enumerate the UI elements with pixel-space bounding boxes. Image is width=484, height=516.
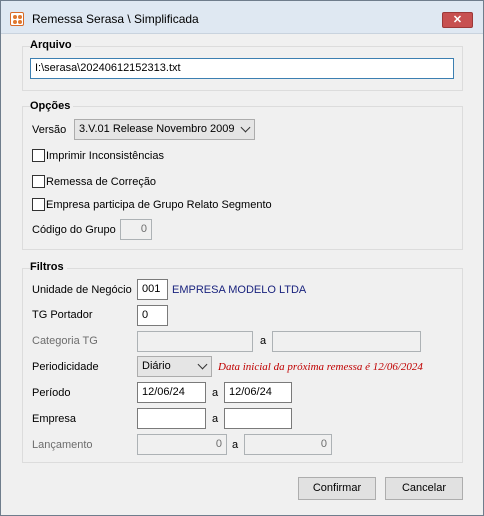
grupo-checkbox[interactable] bbox=[32, 198, 45, 211]
close-icon: ✕ bbox=[452, 14, 463, 26]
versao-label: Versão bbox=[32, 124, 67, 136]
periodo-label: Período bbox=[32, 387, 71, 399]
arquivo-path-input[interactable]: I:\serasa\20240612152313.txt bbox=[30, 58, 454, 79]
opcoes-title: Opções bbox=[30, 100, 74, 112]
categoria-label: Categoria TG bbox=[32, 335, 98, 347]
correcao-checkbox[interactable] bbox=[32, 175, 45, 188]
app-icon bbox=[10, 12, 24, 26]
codigo-grupo-input: 0 bbox=[120, 219, 152, 240]
unidade-name: EMPRESA MODELO LTDA bbox=[172, 284, 307, 296]
lancamento-label: Lançamento bbox=[32, 439, 93, 451]
periodicidade-value: Diário bbox=[142, 360, 171, 372]
chevron-down-icon bbox=[240, 122, 251, 133]
confirmar-button[interactable]: Confirmar bbox=[298, 477, 376, 500]
periodo-from-input[interactable]: 12/06/24 bbox=[137, 382, 206, 403]
window-title: Remessa Serasa \ Simplificada bbox=[32, 12, 199, 26]
categoria-a-label: a bbox=[260, 335, 267, 347]
imprimir-checkbox[interactable] bbox=[32, 149, 45, 162]
periodo-a-label: a bbox=[212, 387, 219, 399]
grupo-label[interactable]: Empresa participa de Grupo Relato Segmen… bbox=[46, 199, 272, 211]
empresa-label: Empresa bbox=[32, 413, 77, 425]
lancamento-a-label: a bbox=[232, 439, 239, 451]
chevron-down-icon bbox=[197, 359, 208, 370]
cancelar-button[interactable]: Cancelar bbox=[385, 477, 463, 500]
periodicidade-note: Data inicial da próxima remessa é 12/06/… bbox=[218, 361, 423, 373]
categoria-from-input bbox=[137, 331, 253, 352]
versao-value: 3.V.01 Release Novembro 2009 bbox=[79, 123, 235, 135]
unidade-label: Unidade de Negócio bbox=[32, 284, 132, 296]
portador-label: TG Portador bbox=[32, 309, 93, 321]
close-button[interactable]: ✕ bbox=[442, 12, 473, 28]
imprimir-label[interactable]: Imprimir Inconsistências bbox=[46, 150, 164, 162]
lancamento-to-input: 0 bbox=[244, 434, 332, 455]
arquivo-title: Arquivo bbox=[30, 39, 75, 51]
dialog-window: Remessa Serasa \ Simplificada ✕ Arquivo … bbox=[0, 0, 484, 516]
lancamento-from-input: 0 bbox=[137, 434, 227, 455]
periodicidade-select[interactable]: Diário bbox=[137, 356, 212, 377]
codigo-grupo-label: Código do Grupo bbox=[32, 224, 116, 236]
categoria-to-input bbox=[272, 331, 421, 352]
empresa-to-input[interactable] bbox=[224, 408, 292, 429]
correcao-label[interactable]: Remessa de Correção bbox=[46, 176, 156, 188]
title-bar[interactable]: Remessa Serasa \ Simplificada ✕ bbox=[1, 1, 483, 34]
periodo-to-input[interactable]: 12/06/24 bbox=[224, 382, 292, 403]
unidade-input[interactable]: 001 bbox=[137, 279, 168, 300]
filtros-title: Filtros bbox=[30, 261, 67, 273]
periodicidade-label: Periodicidade bbox=[32, 361, 99, 373]
empresa-a-label: a bbox=[212, 413, 219, 425]
portador-input[interactable]: 0 bbox=[137, 305, 168, 326]
empresa-from-input[interactable] bbox=[137, 408, 206, 429]
versao-select[interactable]: 3.V.01 Release Novembro 2009 bbox=[74, 119, 255, 140]
